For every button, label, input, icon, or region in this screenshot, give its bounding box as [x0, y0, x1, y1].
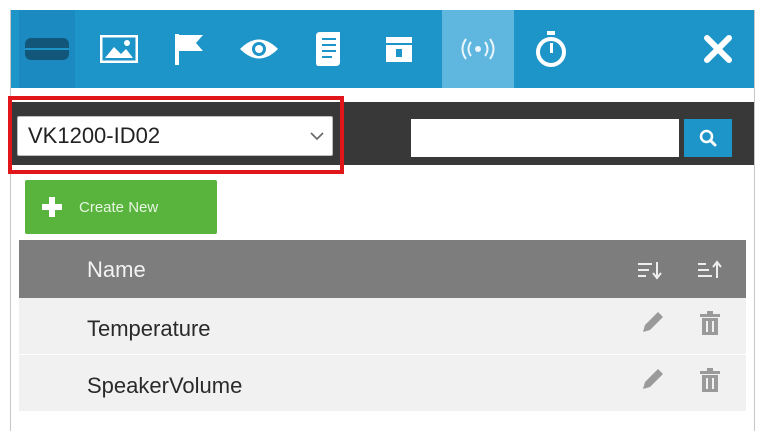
sort-descending-icon	[638, 262, 662, 280]
broadcast-tab[interactable]	[442, 10, 514, 88]
delete-button[interactable]	[695, 308, 725, 338]
top-toolbar	[11, 10, 754, 88]
chevron-down-icon	[302, 131, 332, 141]
device-select[interactable]: VK1200-ID02	[17, 116, 333, 156]
table-header: Name	[19, 240, 746, 298]
table-row[interactable]: SpeakerVolume	[19, 355, 746, 412]
filter-bar: VK1200-ID02	[8, 94, 754, 174]
flag-icon	[175, 34, 203, 65]
calendar-tab[interactable]	[371, 10, 427, 88]
stopwatch-tab[interactable]	[523, 10, 579, 88]
table-row[interactable]: Temperature	[19, 298, 746, 355]
row-name: Temperature	[87, 316, 211, 341]
document-tab[interactable]	[301, 10, 357, 88]
broadcast-icon	[461, 38, 495, 60]
device-select-value: VK1200-ID02	[28, 123, 161, 148]
sort-descending-button[interactable]	[635, 256, 665, 284]
stopwatch-icon	[536, 31, 566, 67]
trash-icon	[700, 311, 720, 335]
pencil-icon	[643, 369, 663, 389]
device-icon	[25, 38, 69, 60]
column-header-name: Name	[87, 257, 146, 282]
variables-table: Name Temperature SpeakerVolume	[19, 240, 746, 412]
image-tab[interactable]	[91, 10, 147, 88]
sort-ascending-icon	[698, 260, 722, 278]
create-new-label: Create New	[79, 198, 159, 216]
device-panel: VK1200-ID02 Create New Name Temperature …	[8, 10, 755, 431]
sort-ascending-button[interactable]	[695, 256, 725, 284]
close-icon	[704, 35, 732, 63]
edit-button[interactable]	[637, 365, 667, 395]
edit-button[interactable]	[637, 308, 667, 338]
create-new-button[interactable]: Create New	[25, 180, 217, 234]
search-icon	[699, 129, 717, 147]
plus-icon	[25, 195, 79, 219]
device-tab[interactable]	[19, 10, 75, 88]
document-icon	[316, 32, 340, 66]
close-button[interactable]	[690, 10, 746, 88]
pencil-icon	[643, 312, 663, 332]
search-button[interactable]	[684, 119, 732, 157]
search-input[interactable]	[411, 119, 679, 157]
flag-tab[interactable]	[161, 10, 217, 88]
trash-icon	[700, 368, 720, 392]
delete-button[interactable]	[695, 365, 725, 395]
calendar-icon	[386, 37, 412, 62]
eye-icon	[240, 39, 278, 59]
row-name: SpeakerVolume	[87, 373, 243, 398]
eye-tab[interactable]	[231, 10, 287, 88]
image-icon	[100, 35, 138, 63]
